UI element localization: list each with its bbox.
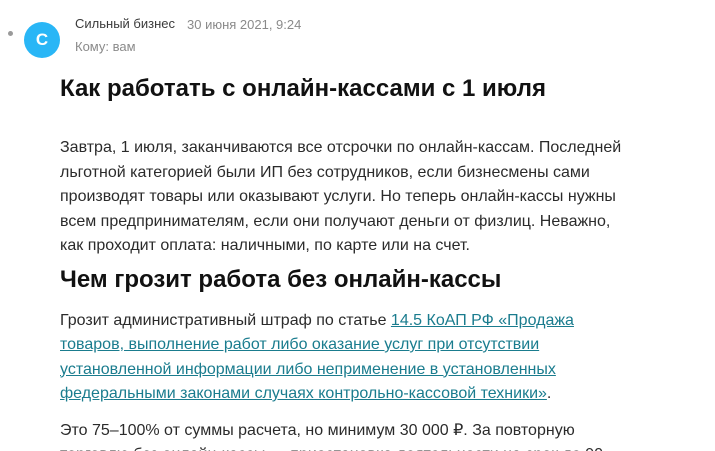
penalty-line: торговлю без онлайн-кассы — приостановка… (60, 443, 660, 451)
intro-line: всем предпринимателям, если они получают… (60, 212, 611, 230)
sender-avatar[interactable]: С (24, 22, 60, 58)
fine-suffix: . (546, 385, 552, 402)
email-title: Как работать с онлайн-кассами с 1 июля (60, 75, 546, 102)
avatar-letter: С (35, 30, 49, 49)
recipients[interactable]: Кому: вам (75, 39, 136, 54)
fine-paragraph: Грозит административный штраф по статье … (60, 309, 660, 407)
law-article-link[interactable]: товаров, выполнение работ либо оказание … (60, 336, 539, 353)
fine-prefix: Грозит административный штраф по статье (60, 311, 391, 329)
intro-line: льготной категорией были ИП без сотрудни… (60, 163, 590, 181)
intro-line: производят товары или оказывают услуги. … (60, 188, 616, 205)
penalty-line: Это 75–100% от суммы расчета, но минимум… (60, 421, 575, 439)
unread-indicator (8, 31, 13, 36)
sender-name[interactable]: Сильный бизнес (75, 16, 175, 31)
penalty-paragraph: Это 75–100% от суммы расчета, но минимум… (60, 419, 660, 451)
section-heading: Чем грозит работа без онлайн-кассы (60, 265, 502, 293)
intro-line: Завтра, 1 июля, заканчиваются все отсроч… (60, 139, 622, 156)
intro-line: как проходит оплата: наличными, по карте… (60, 237, 470, 254)
law-article-link[interactable]: установленной информации либо неприменен… (60, 361, 556, 378)
email-body: Как работать с онлайн-кассами с 1 июля З… (60, 72, 660, 451)
sent-date: 30 июня 2021, 9:24 (187, 17, 302, 32)
intro-paragraph: Завтра, 1 июля, заканчиваются все отсроч… (60, 136, 660, 259)
law-article-link[interactable]: 14.5 КоАП РФ «Продажа (391, 312, 574, 329)
law-article-link[interactable]: федеральными законами случаях контрольно… (60, 385, 547, 402)
